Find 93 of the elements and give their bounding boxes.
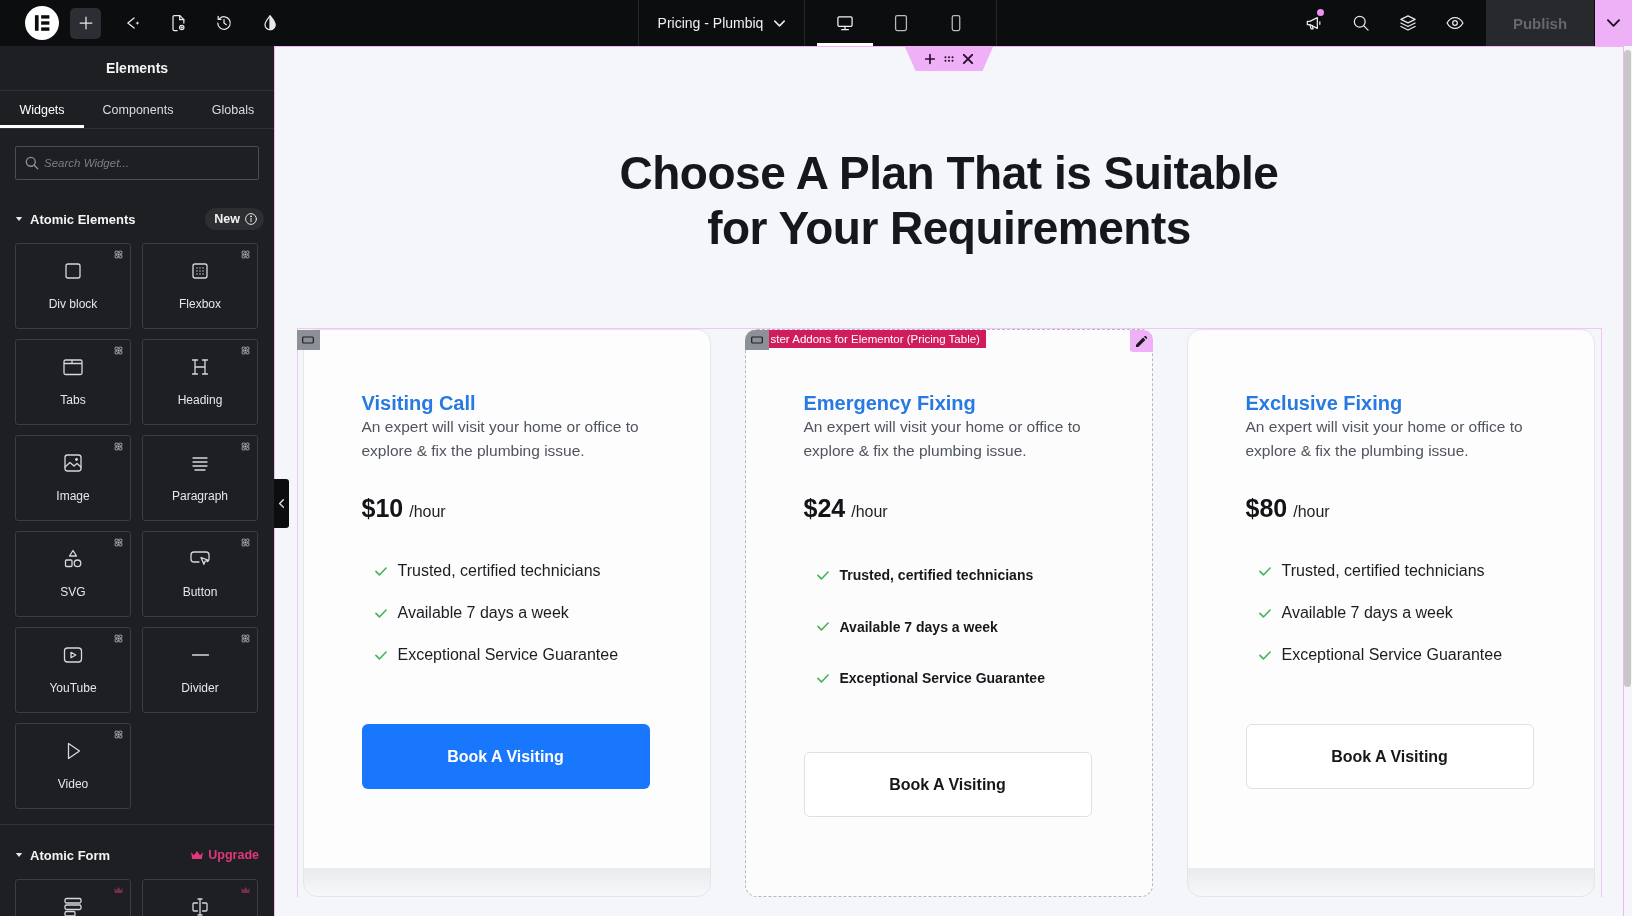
check-icon	[374, 650, 387, 660]
plan-description: An expert will visit your home or office to explore & fix the plumbing issue.	[1245, 417, 1524, 461]
price-period: /hour	[1293, 503, 1330, 521]
caret-icon[interactable]	[15, 851, 23, 859]
widget-card[interactable]: Div block	[15, 243, 131, 329]
info-icon[interactable]	[245, 213, 257, 225]
stacked-bars-icon	[61, 895, 85, 916]
section-title[interactable]: Atomic Elements	[30, 211, 136, 227]
widget-label: YouTube	[49, 681, 97, 695]
desktop-icon[interactable]	[834, 13, 855, 33]
toolbar-button[interactable]	[70, 7, 101, 39]
widget-label: Heading	[177, 393, 223, 407]
widget-card[interactable]: Button	[142, 531, 258, 617]
widget-card[interactable]: Tabs	[15, 339, 131, 425]
pencil-icon[interactable]	[1135, 335, 1147, 347]
upgrade-link[interactable]: Upgrade	[191, 848, 259, 862]
check-icon	[374, 566, 387, 576]
widget-label: Video	[57, 777, 89, 791]
widget-label: SVG	[60, 585, 86, 599]
widget-label: Divider	[181, 681, 219, 695]
page-heading: Choose A Plan That is Suitable for Your Requirements	[618, 146, 1280, 256]
book-button[interactable]: Book A Visiting	[1245, 724, 1534, 789]
frame-icon[interactable]	[302, 336, 314, 344]
feature-text: Available 7 days a week	[397, 604, 569, 622]
crown-icon	[191, 851, 204, 859]
check-icon	[1258, 650, 1271, 660]
edit-button[interactable]	[1129, 330, 1153, 352]
layers-icon[interactable]	[1397, 13, 1418, 33]
widget-card[interactable]: SVG	[15, 531, 131, 617]
badge-text: New	[214, 212, 240, 226]
caret-icon[interactable]	[15, 215, 23, 223]
image-icon	[61, 451, 85, 475]
frame-icon[interactable]	[750, 336, 763, 344]
panel-tab[interactable]: Widgets	[0, 91, 84, 128]
widget-handle[interactable]	[744, 330, 769, 350]
feature-text: Trusted, certified technicians	[397, 562, 601, 580]
widget-name-label: ster Addons for Elementor (Pricing Table)	[768, 330, 986, 348]
widget-label: Paragraph	[171, 489, 228, 503]
check-icon	[1258, 566, 1271, 576]
search-icon	[26, 157, 38, 169]
widget-card[interactable]: Image	[15, 435, 131, 521]
feature-text: Exceptional Service Guarantee	[397, 646, 619, 664]
price-period: /hour	[409, 503, 446, 521]
section-title[interactable]: Atomic Form	[30, 847, 111, 863]
pricing-card[interactable]	[744, 329, 1153, 897]
check-icon	[1258, 608, 1271, 618]
widget-label: Div block	[48, 297, 98, 311]
plan-title: Emergency Fixing	[803, 391, 976, 415]
widget-card[interactable]: Paragraph	[142, 435, 258, 521]
widget-card[interactable]: Flexbox	[142, 243, 258, 329]
feature-text: Exceptional Service Guarantee	[1281, 646, 1503, 664]
logo-icon[interactable]	[25, 6, 59, 40]
widget-card[interactable]: Divider	[142, 627, 258, 713]
widget-label: Button	[182, 585, 218, 599]
panel-tab[interactable]: Globals	[192, 91, 274, 128]
search-field[interactable]: Search Widget...	[15, 146, 259, 180]
feature-text: Trusted, certified technicians	[839, 567, 1034, 583]
page-title-dropdown[interactable]: Pricing - Plumbiq	[657, 15, 786, 31]
plan-description: An expert will visit your home or office to explore & fix the plumbing issue.	[361, 417, 640, 461]
panel-title: Elements	[0, 46, 274, 91]
widget-label: Flexbox	[179, 297, 221, 311]
widget-card[interactable]: YouTube	[15, 627, 131, 713]
feature-text: Available 7 days a week	[1281, 604, 1453, 622]
price-amount: $24	[803, 494, 846, 523]
collapse-panel-button[interactable]	[274, 479, 289, 528]
plus-icon[interactable]	[925, 54, 935, 64]
chevron-left-icon[interactable]	[279, 499, 284, 508]
feature-text: Trusted, certified technicians	[1281, 562, 1485, 580]
panel-tab[interactable]: Components	[84, 91, 192, 128]
widget-card[interactable]: Video	[15, 723, 131, 809]
close-icon[interactable]	[963, 54, 973, 64]
book-button[interactable]: Book A Visiting	[803, 752, 1092, 817]
plan-description: An expert will visit your home or office to explore & fix the plumbing issue.	[803, 417, 1082, 461]
price-period: /hour	[851, 503, 888, 521]
horizontal-line-icon	[191, 654, 209, 656]
container-handle[interactable]	[296, 330, 320, 350]
price-amount: $10	[361, 494, 404, 523]
price-amount: $80	[1245, 494, 1288, 523]
feature-text: Exceptional Service Guarantee	[839, 670, 1045, 686]
plan-title: Exclusive Fixing	[1245, 391, 1403, 415]
plan-title: Visiting Call	[361, 391, 476, 415]
feature-text: Available 7 days a week	[839, 618, 998, 635]
check-icon	[374, 608, 387, 618]
check-icon	[816, 622, 829, 631]
check-icon	[816, 673, 829, 683]
chevron-down-icon[interactable]	[1607, 19, 1620, 27]
scrollbar-thumb[interactable]	[1624, 50, 1631, 687]
widget-label: Image	[56, 489, 90, 503]
widget-label: Tabs	[60, 393, 86, 407]
widget-card[interactable]: Heading	[142, 339, 258, 425]
drag-handle-icon[interactable]	[944, 54, 954, 64]
book-button[interactable]: Book A Visiting	[361, 724, 650, 789]
check-icon	[816, 570, 829, 580]
